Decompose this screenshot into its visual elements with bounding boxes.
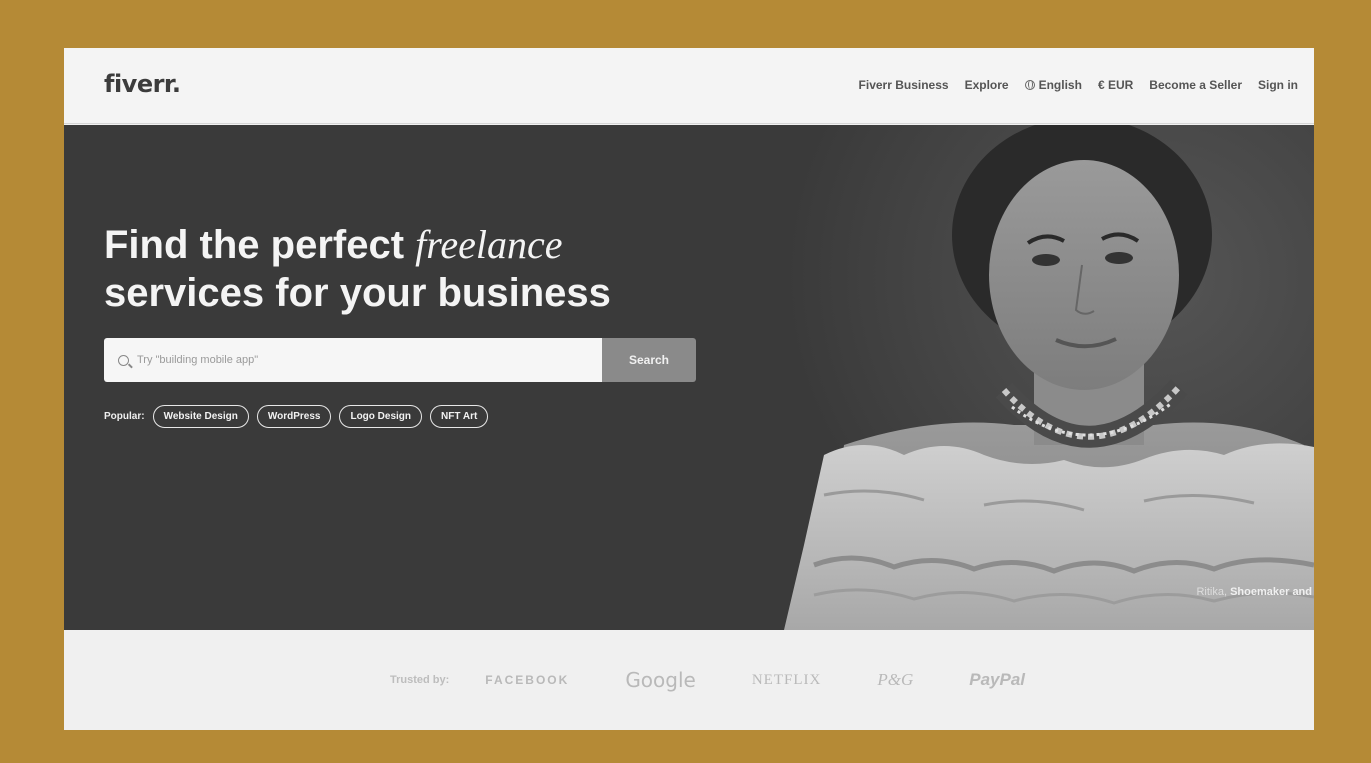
browser-frame: fiverr. Fiverr Business Explore English … <box>64 48 1314 730</box>
nav-sign-in[interactable]: Sign in <box>1258 78 1298 92</box>
nav-language-label: English <box>1038 78 1082 92</box>
photo-caption: Ritika, Shoemaker and <box>1196 586 1312 598</box>
trusted-by-section: Trusted by: FACEBOOK Google NETFLIX P&G … <box>64 630 1314 730</box>
nav-language[interactable]: English <box>1024 78 1082 92</box>
trusted-label: Trusted by: <box>390 674 450 686</box>
search-icon <box>118 354 129 366</box>
headline-italic: freelance <box>415 222 563 267</box>
popular-chip-website-design[interactable]: Website Design <box>152 405 249 428</box>
nav-fiverr-business[interactable]: Fiverr Business <box>859 78 949 92</box>
globe-icon <box>1024 80 1035 90</box>
search-input[interactable] <box>137 354 557 366</box>
site-header: fiverr. Fiverr Business Explore English … <box>64 48 1314 124</box>
top-nav: Fiverr Business Explore English € EUR Be… <box>859 78 1298 92</box>
hero-section: Find the perfect freelance services for … <box>64 125 1314 630</box>
brand-google: Google <box>625 668 696 692</box>
search-field[interactable] <box>104 338 602 382</box>
popular-chip-logo-design[interactable]: Logo Design <box>339 405 423 428</box>
search-button[interactable]: Search <box>602 338 696 382</box>
popular-chip-wordpress[interactable]: WordPress <box>256 405 332 428</box>
popular-searches: Popular: Website Design WordPress Logo D… <box>104 405 489 428</box>
caption-role: Shoemaker and <box>1230 586 1312 598</box>
nav-explore[interactable]: Explore <box>965 78 1009 92</box>
nav-currency[interactable]: € EUR <box>1098 78 1133 92</box>
fiverr-logo[interactable]: fiverr. <box>104 70 181 98</box>
nav-become-seller[interactable]: Become a Seller <box>1149 78 1242 92</box>
headline-part1: Find the perfect <box>104 223 416 267</box>
brand-netflix: NETFLIX <box>751 671 822 688</box>
trusted-by-row: Trusted by: FACEBOOK Google NETFLIX P&G … <box>390 668 1025 692</box>
brand-facebook: FACEBOOK <box>485 673 570 687</box>
popular-label: Popular: <box>104 411 145 422</box>
popular-chip-nft-art[interactable]: NFT Art <box>430 405 489 428</box>
hero-photo <box>784 125 1314 630</box>
search-bar: Search <box>104 338 696 382</box>
hero-headline: Find the perfect freelance services for … <box>104 221 724 317</box>
caption-name: Ritika, <box>1196 586 1228 598</box>
headline-line2: services for your business <box>104 271 611 315</box>
brand-pg: P&G <box>877 670 914 689</box>
brand-paypal: PayPal <box>969 670 1025 689</box>
